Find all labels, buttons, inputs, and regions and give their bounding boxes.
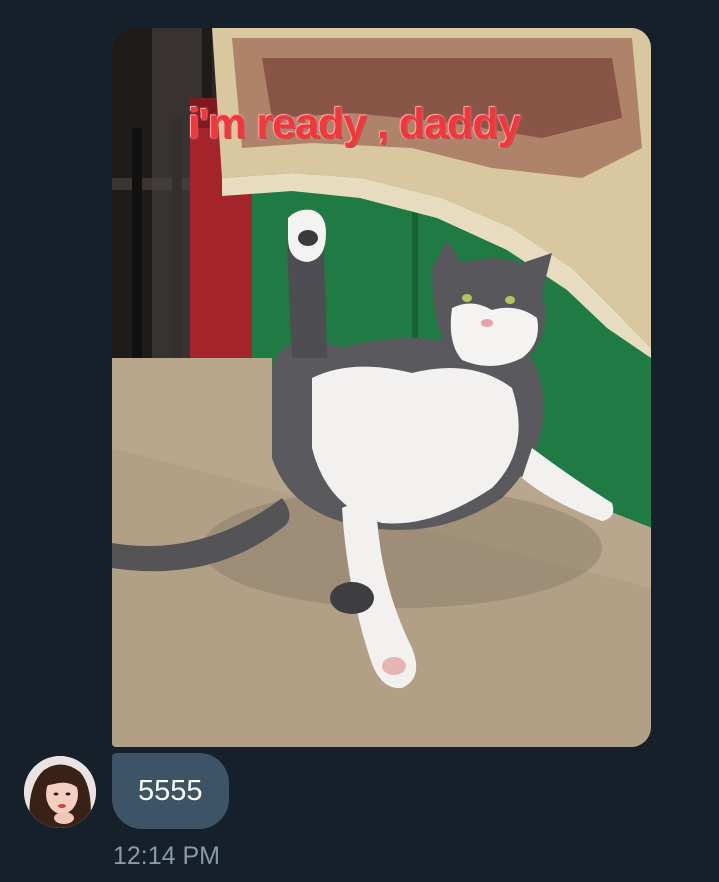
message-timestamp: 12:14 PM xyxy=(113,842,221,870)
user-avatar[interactable] xyxy=(24,756,96,828)
image-message-bubble[interactable]: i'm ready , daddy xyxy=(112,28,651,747)
avatar-icon xyxy=(24,756,96,828)
text-message-bubble[interactable]: 5555 xyxy=(112,753,229,829)
message-text: 5555 xyxy=(138,774,203,807)
meme-caption: i'm ready , daddy xyxy=(188,100,522,148)
